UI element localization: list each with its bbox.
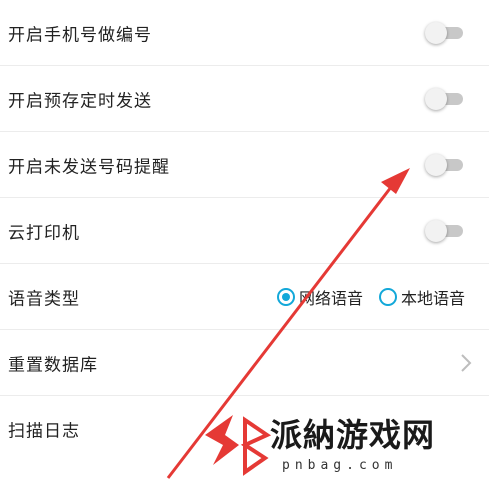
setting-row-voice-type: 语音类型 网络语音 本地语音	[0, 264, 489, 330]
cloud-printer-toggle[interactable]	[425, 219, 465, 242]
toggle-knob	[425, 21, 447, 44]
setting-row-reset-database[interactable]: 重置数据库	[0, 330, 489, 396]
setting-row-phone-as-id: 开启手机号做编号	[0, 0, 489, 66]
setting-label: 开启手机号做编号	[8, 25, 152, 45]
setting-label: 重置数据库	[8, 355, 98, 375]
radio-label: 网络语音	[298, 288, 363, 308]
toggle-knob	[425, 87, 447, 110]
setting-label: 语音类型	[8, 289, 80, 309]
setting-label: 扫描日志	[8, 421, 80, 442]
radio-unchecked-icon	[378, 287, 397, 306]
voice-type-radio-group: 网络语音 本地语音	[261, 285, 465, 309]
setting-label: 开启预存定时发送	[8, 91, 152, 111]
watermark-title: 派納游戏网	[270, 416, 436, 454]
setting-label: 开启未发送号码提醒	[8, 157, 170, 177]
unsent-reminder-toggle[interactable]	[425, 153, 465, 176]
radio-network-voice[interactable]: 网络语音	[276, 285, 363, 309]
watermark-url: pnbag.com	[282, 458, 398, 473]
radio-label: 本地语音	[400, 288, 465, 308]
setting-row-cloud-printer: 云打印机	[0, 198, 489, 264]
setting-row-unsent-reminder: 开启未发送号码提醒	[0, 132, 489, 198]
chevron-right-icon	[461, 353, 472, 372]
radio-checked-icon	[276, 287, 295, 306]
phone-as-id-toggle[interactable]	[425, 21, 465, 44]
radio-local-voice[interactable]: 本地语音	[378, 285, 465, 309]
setting-label: 云打印机	[8, 223, 80, 243]
toggle-knob	[425, 153, 447, 176]
toggle-knob	[425, 219, 447, 242]
scheduled-send-toggle[interactable]	[425, 87, 465, 110]
setting-row-scheduled-send: 开启预存定时发送	[0, 66, 489, 132]
